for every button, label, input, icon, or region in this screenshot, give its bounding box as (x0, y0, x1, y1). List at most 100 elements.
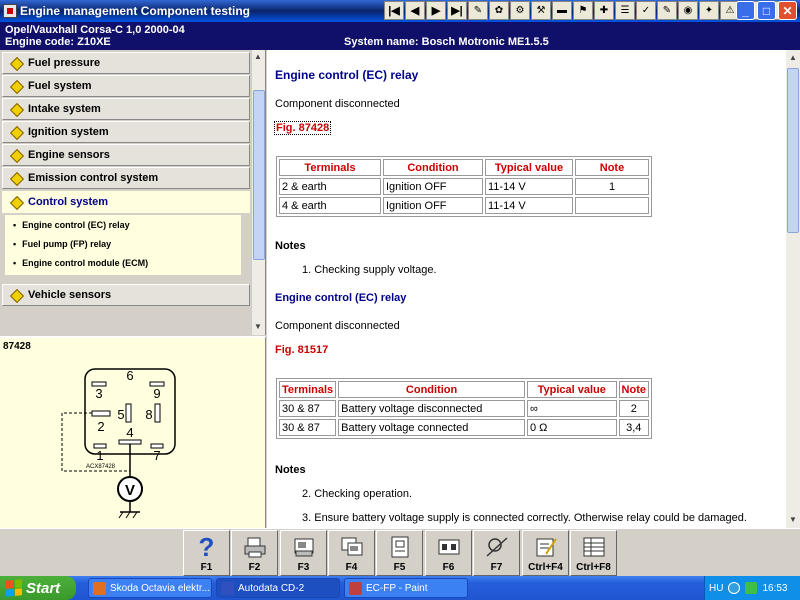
function-key-label: Ctrl+F4 (528, 562, 563, 573)
ctrl-f4-button[interactable]: Ctrl+F4 (522, 530, 569, 576)
tool-13-icon: ⚠ (725, 5, 735, 16)
diamond-bullet-icon (11, 290, 22, 301)
next-record-button[interactable]: ▶ (426, 1, 446, 20)
security-icon[interactable] (745, 582, 758, 594)
tool-6-button[interactable]: ⚑ (573, 1, 593, 20)
task-label: Autodata CD-2 (238, 582, 305, 594)
last-record-icon: ▶| (451, 5, 463, 17)
network-icon[interactable] (728, 582, 741, 594)
taskbar-task-autodata[interactable]: Autodata CD-2 (216, 578, 340, 598)
f3-button[interactable]: F3 (280, 530, 327, 576)
sidebar-scrollbar[interactable]: ▲ ▼ (251, 50, 265, 335)
last-record-button[interactable]: ▶| (447, 1, 467, 20)
submenu-item-ecm[interactable]: Engine control module (ECM) (13, 258, 148, 268)
previous-record-button[interactable]: ◀ (405, 1, 425, 20)
first-record-button[interactable]: |◀ (384, 1, 404, 20)
sidebar-item-ignition-system[interactable]: Ignition system (2, 121, 250, 143)
taskbar: Start Skoda Octavia elektr... Autodata C… (0, 576, 800, 600)
function-key-label: F3 (297, 562, 310, 573)
f4-button[interactable]: F4 (328, 530, 375, 576)
tool-1-button[interactable]: ✎ (468, 1, 488, 20)
sidebar-item-fuel-pressure[interactable]: Fuel pressure (2, 52, 250, 74)
sidebar-item-fuel-system[interactable]: Fuel system (2, 75, 250, 97)
submenu-item-ec-relay[interactable]: Engine control (EC) relay (13, 220, 130, 230)
notes-title: Notes (275, 240, 306, 252)
tool-9-button[interactable]: ✓ (636, 1, 656, 20)
table-row: 2 & earth Ignition OFF 11-14 V1 (279, 178, 649, 195)
pin-label: 4 (126, 425, 133, 440)
scroll-down-icon[interactable]: ▼ (789, 515, 797, 524)
language-indicator[interactable]: HU (709, 583, 723, 594)
sidebar-item-intake-system[interactable]: Intake system (2, 98, 250, 120)
function-key-label: F6 (442, 562, 455, 573)
figure-link[interactable]: Fig. 81517 (275, 344, 328, 356)
pin-label: 5 (117, 407, 124, 422)
function-key-bar: ? F1 F2 F3 F4 F5 F6 F7 Ctrl+F4 Ctrl+F8 (0, 528, 800, 576)
pin-label: 9 (153, 386, 160, 401)
start-button[interactable]: Start (0, 576, 76, 600)
minimize-button[interactable]: _ (736, 1, 755, 20)
pin-label: 1 (96, 448, 103, 463)
scrollbar-thumb[interactable] (787, 68, 799, 233)
scroll-up-icon[interactable]: ▲ (254, 52, 262, 61)
browser-icon (93, 581, 106, 595)
f2-print-button[interactable]: F2 (231, 530, 278, 576)
scrollbar-thumb[interactable] (253, 90, 265, 260)
tool-2-button[interactable]: ✿ (489, 1, 509, 20)
tool-10-button[interactable]: ✎ (657, 1, 677, 20)
f5-button[interactable]: F5 (376, 530, 423, 576)
app-icon[interactable] (3, 4, 17, 18)
content-scrollbar[interactable]: ▲ ▼ (786, 50, 800, 528)
sidebar-item-emission-control[interactable]: Emission control system (2, 167, 250, 189)
sidebar-item-control-system[interactable]: Control system (2, 191, 250, 213)
sidebar: Fuel pressure Fuel system Intake system … (0, 50, 266, 335)
scroll-down-icon[interactable]: ▼ (254, 322, 262, 331)
function-key-label: F2 (248, 562, 261, 573)
submenu-item-fp-relay[interactable]: Fuel pump (FP) relay (13, 239, 111, 249)
tool-4-icon: ⚒ (536, 5, 546, 16)
relay-diagram: 6 3 9 2 5 8 4 1 7 ACX87428 V (61, 368, 176, 519)
tool-3-button[interactable]: ⚙ (510, 1, 530, 20)
vehicle-make-model: Opel/Vauxhall Corsa-C 1,0 2000-04 (5, 24, 185, 36)
function-key-label: F4 (345, 562, 358, 573)
f1-help-button[interactable]: ? F1 (183, 530, 230, 576)
tool-12-button[interactable]: ✦ (699, 1, 719, 20)
system-name: System name: Bosch Motronic ME1.5.5 (344, 36, 549, 48)
table-cell: Ignition OFF (383, 197, 483, 214)
tool-8-icon: ☰ (620, 5, 630, 16)
figure-link[interactable]: Fig. 87428 (273, 121, 332, 135)
column-header: Terminals (279, 381, 337, 398)
taskbar-task-skoda[interactable]: Skoda Octavia elektr... (88, 578, 212, 598)
window-controls: _ □ ✕ (736, 1, 797, 20)
maximize-button[interactable]: □ (757, 1, 776, 20)
table-cell: 0 Ω (527, 419, 617, 436)
sidebar-item-engine-sensors[interactable]: Engine sensors (2, 144, 250, 166)
table-cell: Battery voltage disconnected (338, 400, 525, 417)
sidebar-item-vehicle-sensors[interactable]: Vehicle sensors (2, 284, 250, 306)
table-cell: 11-14 V (485, 197, 573, 214)
voltmeter-label: V (125, 482, 135, 499)
sidebar-item-label: Ignition system (28, 126, 109, 138)
start-label: Start (26, 579, 61, 597)
windows-logo-icon (6, 579, 22, 597)
column-header: Note (618, 381, 649, 398)
tool-5-button[interactable]: ▬ (552, 1, 572, 20)
f6-button[interactable]: F6 (425, 530, 472, 576)
tool-4-button[interactable]: ⚒ (531, 1, 551, 20)
close-button[interactable]: ✕ (778, 1, 797, 20)
tool-2-icon: ✿ (494, 5, 504, 16)
scroll-up-icon[interactable]: ▲ (789, 53, 797, 62)
sidebar-item-label: Fuel pressure (28, 57, 101, 69)
ctrl-f8-button[interactable]: Ctrl+F8 (570, 530, 617, 576)
tool-8-button[interactable]: ☰ (615, 1, 635, 20)
diamond-bullet-icon (11, 197, 22, 208)
sidebar-item-label: Vehicle sensors (28, 289, 112, 301)
tool-11-button[interactable]: ◉ (678, 1, 698, 20)
table-header-row: Terminals Condition Typical value Note (279, 159, 649, 176)
taskbar-task-paint[interactable]: EC-FP - Paint (344, 578, 468, 598)
column-header: Condition (338, 381, 525, 398)
tool-7-button[interactable]: ✚ (594, 1, 614, 20)
f7-button[interactable]: F7 (473, 530, 520, 576)
sidebar-item-label: Control system (28, 196, 109, 208)
table-cell (575, 197, 649, 214)
